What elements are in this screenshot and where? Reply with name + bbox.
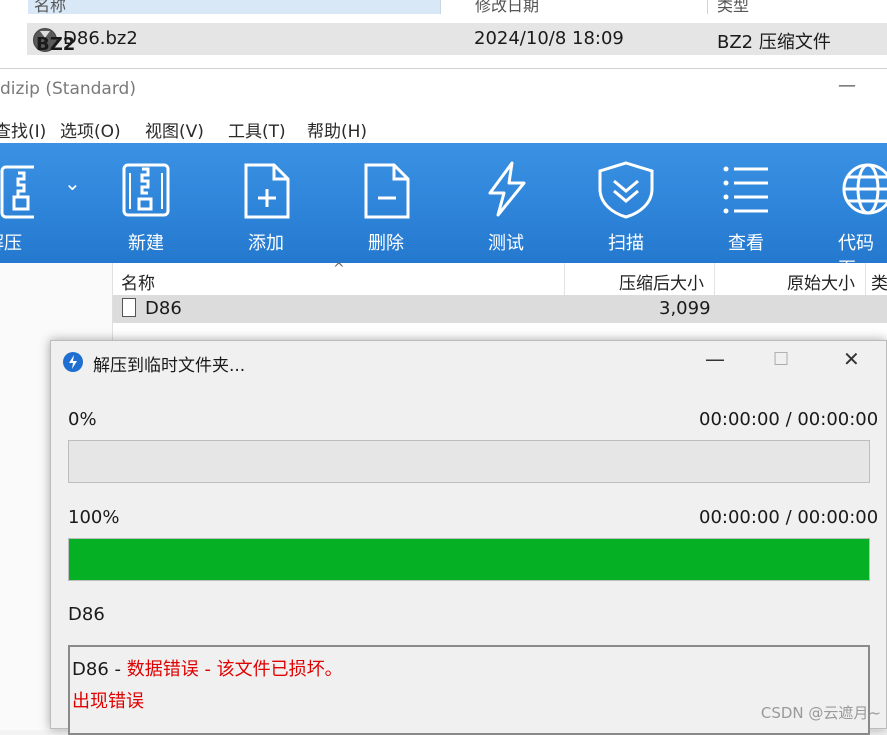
toolbar-scan-label: 扫描 (608, 233, 644, 254)
explorer-column-header: 名称 修改日期 类型 (0, 0, 887, 16)
extract-progress-dialog: 解压到临时文件夹... — ☐ ✕ 0% 00:00:00 / 00:00:00… (50, 340, 887, 735)
extract-icon (0, 165, 34, 219)
original-size-column-header[interactable]: 原始大小 (787, 269, 855, 294)
toolbar-new-button[interactable]: 新建 (96, 143, 196, 263)
error-log-box[interactable]: D86 - 数据错误 - 该文件已损坏。 出现错误 (68, 645, 870, 735)
archive-file-row[interactable]: D86 3,099 (113, 295, 887, 323)
error-log-line1: D86 - 数据错误 - 该文件已损坏。 (72, 655, 343, 681)
column-separator (564, 263, 565, 295)
toolbar-new-label: 新建 (128, 233, 164, 254)
file-name: D86.bz2 (63, 28, 138, 49)
toolbar-delete-label: 删除 (368, 233, 404, 254)
file-date: 2024/10/8 18:09 (474, 28, 624, 49)
progress1-percent: 0% (68, 409, 97, 430)
explorer-file-row[interactable]: BZ2 D86.bz2 2024/10/8 18:09 BZ2 压缩文件 (27, 23, 887, 55)
toolbar-test-button[interactable]: 测试 (456, 143, 556, 263)
column-separator (707, 0, 708, 14)
toolbar-test-label: 测试 (488, 233, 524, 254)
bz2-file-icon: BZ2 (33, 28, 75, 55)
bandizip-app-icon (63, 352, 83, 372)
name-column-header[interactable]: 名称 (121, 269, 155, 294)
menu-view[interactable]: 视图(V) (145, 117, 204, 142)
date-column-header[interactable]: 修改日期 (475, 0, 539, 16)
current-file-label: D86 (68, 604, 105, 625)
toolbar-extract-label: 解压 (0, 233, 22, 254)
dialog-title-bar: 解压到临时文件夹... — ☐ ✕ (51, 341, 886, 383)
archive-file-packed-size: 3,099 (659, 298, 711, 319)
menu-help[interactable]: 帮助(H) (307, 117, 367, 142)
toolbar-scan-button[interactable]: 扫描 (576, 143, 676, 263)
archive-column-header: 名称 ^ 压缩后大小 原始大小 类 (113, 261, 887, 296)
type-column-header[interactable]: 类型 (717, 0, 749, 16)
minimize-button[interactable]: — (838, 75, 856, 96)
file-type: BZ2 压缩文件 (717, 32, 831, 53)
test-lightning-icon (488, 161, 526, 217)
column-separator (714, 263, 715, 295)
toolbar-view-button[interactable]: 查看 (696, 143, 796, 263)
add-file-icon (244, 163, 290, 219)
progress1-bar (68, 440, 870, 483)
file-icon (122, 298, 136, 317)
window-title: dizip (Standard) (0, 79, 136, 99)
watermark: CSDN @云遮月~ (760, 704, 881, 722)
name-column-highlight (28, 0, 440, 14)
title-bar: dizip (Standard) — (0, 69, 887, 111)
packed-size-column-header[interactable]: 压缩后大小 (619, 269, 704, 294)
dialog-minimize-button[interactable]: — (705, 347, 725, 371)
dialog-close-button[interactable]: ✕ (843, 347, 860, 371)
progress1-time: 00:00:00 / 00:00:00 (699, 409, 879, 430)
codepage-globe-icon (842, 163, 887, 215)
toolbar-add-button[interactable]: 添加 (216, 143, 316, 263)
archive-file-name: D86 (145, 298, 182, 319)
progress2-time: 00:00:00 / 00:00:00 (699, 507, 879, 528)
toolbar: 解压 ⌄ 新建 添加 删除 (0, 143, 887, 263)
menu-tools[interactable]: 工具(T) (228, 117, 286, 142)
error-log-message: 数据错误 - 该文件已损坏。 (126, 659, 343, 680)
menu-find[interactable]: 查找(I) (0, 117, 46, 142)
scan-shield-icon (598, 161, 654, 219)
progress2-percent: 100% (68, 507, 120, 528)
delete-file-icon (364, 163, 410, 219)
menu-options[interactable]: 选项(O) (60, 117, 121, 142)
sort-arrow-icon: ^ (333, 261, 345, 277)
toolbar-codepage-button[interactable]: 代码页 (816, 143, 887, 263)
dialog-title: 解压到临时文件夹... (93, 356, 246, 376)
column-separator (440, 0, 441, 14)
new-archive-icon (122, 163, 170, 217)
progress2-bar (68, 538, 870, 581)
extract-dropdown-arrow[interactable]: ⌄ (64, 171, 81, 195)
column-separator (865, 263, 866, 295)
menu-bar: 查找(I) 选项(O) 视图(V) 工具(T) 帮助(H) (0, 111, 887, 143)
toolbar-add-label: 添加 (248, 233, 284, 254)
error-log-file: D86 (72, 659, 109, 680)
toolbar-delete-button[interactable]: 删除 (336, 143, 436, 263)
error-log-separator: - (108, 659, 127, 680)
progress2-fill (69, 539, 869, 580)
toolbar-view-label: 查看 (728, 233, 764, 254)
dialog-maximize-button[interactable]: ☐ (773, 349, 789, 370)
type-column-header[interactable]: 类 (871, 269, 887, 294)
explorer-file-list: 名称 修改日期 类型 BZ2 D86.bz2 2024/10/8 18:09 B… (0, 0, 887, 68)
toolbar-codepage-label: 代码页 (838, 233, 874, 263)
name-column-header[interactable]: 名称 (34, 0, 66, 16)
error-log-line2: 出现错误 (72, 691, 144, 712)
toolbar-extract-button[interactable]: 解压 (0, 143, 54, 263)
view-list-icon (723, 166, 768, 214)
